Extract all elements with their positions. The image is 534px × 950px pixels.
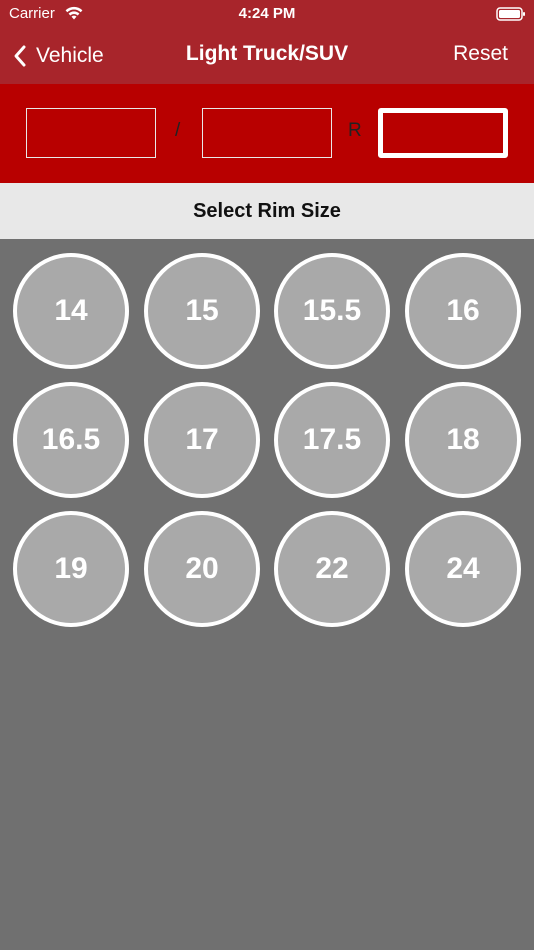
rim-option-button[interactable]: 18 [405, 382, 521, 498]
rim-option-button[interactable]: 19 [13, 511, 129, 627]
rim-prefix-label: R [348, 120, 362, 141]
rim-option-button[interactable]: 17.5 [274, 382, 390, 498]
status-time: 4:24 PM [238, 5, 296, 22]
section-header: Select Rim Size [0, 183, 534, 239]
reset-button[interactable]: Reset [453, 42, 508, 66]
rim-option-button[interactable]: 20 [144, 511, 260, 627]
status-bar: Carrier 4:24 PM [0, 0, 534, 28]
rim-size-field[interactable] [378, 108, 508, 158]
battery-icon [496, 7, 525, 21]
rim-option-button[interactable]: 15.5 [274, 253, 390, 369]
rim-option-button[interactable]: 17 [144, 382, 260, 498]
rim-option-button[interactable]: 16.5 [13, 382, 129, 498]
rim-option-button[interactable]: 14 [13, 253, 129, 369]
rim-option-button[interactable]: 22 [274, 511, 390, 627]
tire-width-field[interactable] [26, 108, 156, 158]
aspect-ratio-field[interactable] [202, 108, 332, 158]
rim-option-button[interactable]: 16 [405, 253, 521, 369]
tire-size-input-bar: / R [0, 84, 534, 183]
rim-option-button[interactable]: 15 [144, 253, 260, 369]
rim-option-button[interactable]: 24 [405, 511, 521, 627]
slash-separator: / [175, 120, 181, 141]
navigation-bar: Vehicle Light Truck/SUV Reset [0, 28, 534, 84]
